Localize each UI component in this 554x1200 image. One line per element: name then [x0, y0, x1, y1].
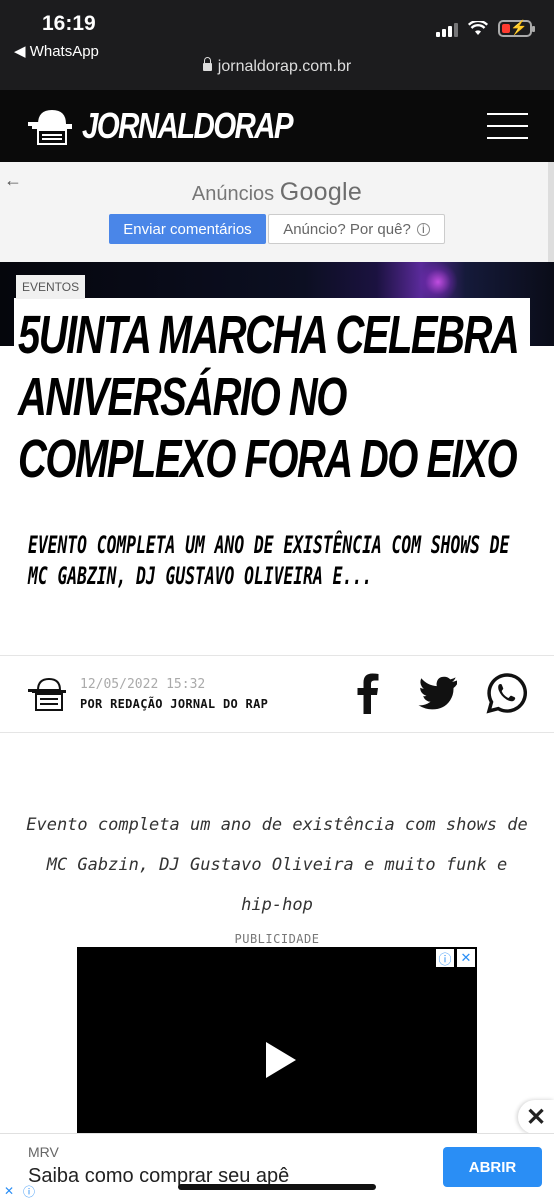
banner-info-icon[interactable]: ⓘ [20, 1182, 38, 1200]
cellular-signal-icon [436, 21, 458, 37]
status-icons: ⚡ [436, 19, 535, 37]
home-indicator[interactable] [178, 1184, 376, 1190]
article-headline: 5UINTA MARCHA CELEBRA ANIVERSÁRIO NO COM… [18, 305, 518, 489]
wifi-icon [468, 21, 488, 35]
facebook-icon[interactable] [346, 670, 390, 716]
hamburger-menu-icon[interactable] [487, 113, 528, 139]
why-this-ad-button[interactable]: Anúncio? Por quê? i [268, 214, 445, 244]
whatsapp-icon[interactable] [485, 670, 529, 716]
author-avatar-icon [28, 677, 66, 711]
info-icon: i [416, 222, 430, 236]
logo-cap-icon[interactable] [28, 106, 76, 146]
publish-date: 12/05/2022 15:32 [80, 677, 206, 692]
twitter-icon[interactable] [415, 670, 459, 716]
url-text: jornaldorap.com.br [217, 58, 352, 75]
clock: 16:19 [42, 12, 96, 35]
close-banner-button[interactable]: ✕ [518, 1100, 554, 1134]
category-tag[interactable]: EVENTOS [16, 275, 86, 299]
article-excerpt: Evento completa um ano de existência com… [26, 815, 528, 915]
lock-icon [202, 57, 212, 71]
status-bar: 16:19 ◀ WhatsApp ⚡ jornaldorap.com.br [0, 0, 554, 90]
divider [0, 655, 554, 656]
adchoices[interactable]: ⓘ ✕ [436, 949, 475, 967]
banner-adchoices[interactable]: ✕ ⓘ [0, 1182, 38, 1200]
open-ad-button[interactable]: ABRIR [443, 1147, 542, 1187]
ad-feedback-panel: ← Anúncios Google Enviar comentários Anú… [0, 162, 554, 262]
battery-icon: ⚡ [498, 19, 535, 37]
scrollbar [548, 162, 554, 262]
site-header: JORNALDORAP [0, 90, 554, 162]
play-icon[interactable] [266, 1042, 296, 1078]
send-feedback-button[interactable]: Enviar comentários [109, 214, 266, 244]
address-bar[interactable]: jornaldorap.com.br [0, 57, 554, 76]
site-logo[interactable]: JORNALDORAP [82, 105, 294, 147]
adchoices-close-icon[interactable]: ✕ [457, 949, 475, 967]
banner-close-icon[interactable]: ✕ [0, 1182, 18, 1200]
author-byline[interactable]: POR REDAÇÃO JORNAL DO RAP [80, 697, 268, 711]
ad-brand: MRV [28, 1144, 59, 1160]
adchoices-info-icon[interactable]: ⓘ [436, 949, 454, 967]
ads-by-google-label: Anúncios Google [191, 178, 363, 206]
advertising-label: PUBLICIDADE [234, 932, 320, 946]
article-subheadline: EVENTO COMPLETA UM ANO DE EXISTÊNCIA COM… [28, 531, 510, 590]
divider [0, 732, 554, 733]
